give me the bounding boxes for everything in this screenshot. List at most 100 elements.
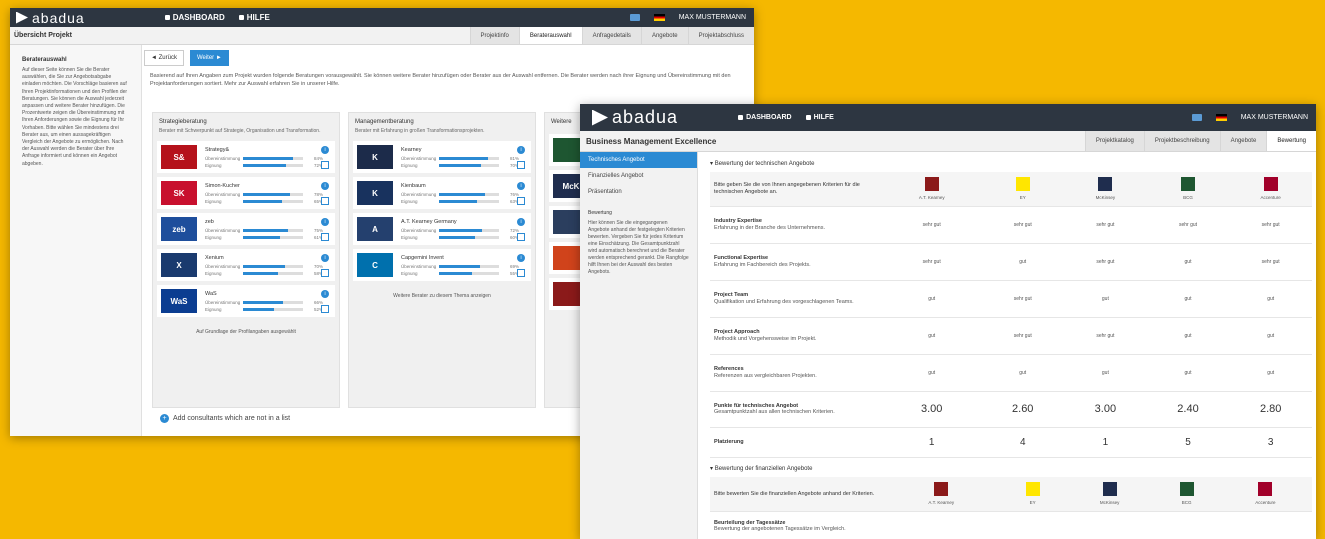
abadua-logo[interactable]: abadua xyxy=(16,10,85,26)
tab-project-catalog[interactable]: Projektkatalog xyxy=(1084,131,1144,151)
rating-cell[interactable]: sehr gut xyxy=(882,243,982,281)
info-icon[interactable]: i xyxy=(321,146,329,154)
rating-cell[interactable]: gut xyxy=(1064,354,1147,392)
info-icon[interactable]: i xyxy=(321,182,329,190)
nav-help[interactable]: HILFE xyxy=(238,13,270,22)
select-checkbox[interactable] xyxy=(321,233,329,241)
consultant-card[interactable]: SK Simon-Kucher Übereinstimmung 78% Eignung 6… xyxy=(157,177,335,213)
back-button[interactable]: ◄ Zurück xyxy=(144,50,184,66)
rating-cell[interactable]: sehr gut xyxy=(1064,206,1147,244)
consultant-card[interactable]: K Kearney Übereinstimmung 81% Eignung 70% i xyxy=(353,141,531,177)
consultant-card[interactable]: zeb zeb Übereinstimmung 75% Eignung 61% i xyxy=(157,213,335,249)
rating-cell[interactable]: sehr gut xyxy=(1229,243,1312,281)
tab-project-info[interactable]: Projektinfo xyxy=(469,27,519,44)
rating-cell[interactable]: gut xyxy=(981,354,1065,392)
tab-request-details[interactable]: Anfragedetails xyxy=(581,27,641,44)
rating-cell[interactable]: gut xyxy=(882,317,982,355)
sidebar-item-technical-offer[interactable]: Technisches Angebot xyxy=(580,152,697,168)
consultant-card[interactable]: WaS WaS Übereinstimmung 66% Eignung 52% i xyxy=(157,285,335,321)
rating-cell[interactable]: 4 xyxy=(981,427,1065,458)
info-icon[interactable]: i xyxy=(517,182,525,190)
metric-bar xyxy=(439,271,499,275)
rating-cell[interactable]: gut xyxy=(1229,354,1312,392)
language-flag-icon[interactable] xyxy=(1215,114,1227,121)
tab-project-close[interactable]: Projektabschluss xyxy=(687,27,754,44)
tab-offers[interactable]: Angebote xyxy=(1219,131,1267,151)
rating-cell[interactable]: gut xyxy=(981,243,1065,281)
language-flag-icon[interactable] xyxy=(653,14,665,21)
rating-cell[interactable]: gut xyxy=(1229,317,1312,355)
nav-dashboard[interactable]: DASHBOARD xyxy=(738,114,792,121)
messages-icon[interactable] xyxy=(629,14,640,21)
consultant-card[interactable]: A A.T. Kearney Germany Übereinstimmung 72% E… xyxy=(353,213,531,249)
select-checkbox[interactable] xyxy=(321,305,329,313)
rating-cell[interactable]: 2.80 xyxy=(1229,391,1312,428)
rating-cell[interactable]: gut xyxy=(882,280,982,318)
info-icon[interactable]: i xyxy=(321,218,329,226)
rating-cell[interactable]: 1 xyxy=(1064,427,1147,458)
rating-cell[interactable]: 2.40 xyxy=(1146,391,1230,428)
nav-dashboard[interactable]: DASHBOARD xyxy=(164,13,225,22)
consultant-card[interactable]: K Kienbaum Übereinstimmung 76% Eignung 63% i xyxy=(353,177,531,213)
rating-cell[interactable]: 3 xyxy=(1229,427,1312,458)
rating-cell[interactable]: sehr gut xyxy=(882,206,982,244)
next-button[interactable]: Weiter ► xyxy=(189,50,229,66)
tab-offers[interactable]: Angebote xyxy=(640,27,688,44)
rating-cell[interactable]: 3.00 xyxy=(882,391,982,428)
select-checkbox[interactable] xyxy=(321,269,329,277)
rating-cell[interactable]: gut xyxy=(1146,317,1230,355)
consultant-card[interactable]: X Xenium Übereinstimmung 70% Eignung 58% i xyxy=(157,249,335,285)
technical-section-title[interactable]: ▾ Bewertung der technischen Angebote xyxy=(710,160,814,167)
rating-cell[interactable] xyxy=(1218,511,1312,539)
select-checkbox[interactable] xyxy=(517,233,525,241)
tab-project-description[interactable]: Projektbeschreibung xyxy=(1143,131,1220,151)
tab-consultant-selection[interactable]: Beraterauswahl xyxy=(518,27,582,44)
rating-cell[interactable]: sehr gut xyxy=(1064,243,1147,281)
rating-cell[interactable]: sehr gut xyxy=(1064,317,1147,355)
rating-cell[interactable]: gut xyxy=(1064,280,1147,318)
panel-footer-link[interactable]: Auf Grundlage der Profilangaben ausgewäh… xyxy=(157,321,335,336)
info-icon[interactable]: i xyxy=(321,290,329,298)
rating-cell[interactable] xyxy=(1064,511,1155,539)
select-checkbox[interactable] xyxy=(321,197,329,205)
info-icon[interactable]: i xyxy=(517,254,525,262)
rating-cell[interactable] xyxy=(1000,511,1065,539)
rating-cell[interactable] xyxy=(882,511,1001,539)
rating-cell[interactable]: sehr gut xyxy=(981,317,1065,355)
info-icon[interactable]: i xyxy=(517,146,525,154)
info-icon[interactable]: i xyxy=(517,218,525,226)
rating-cell[interactable]: gut xyxy=(882,354,982,392)
rating-cell[interactable]: sehr gut xyxy=(1229,206,1312,244)
rating-cell[interactable]: 3.00 xyxy=(1064,391,1147,428)
abadua-logo[interactable]: abadua xyxy=(592,107,678,128)
rating-cell[interactable]: sehr gut xyxy=(981,206,1065,244)
user-menu[interactable]: MAX MUSTERMANN xyxy=(679,14,746,21)
consultant-card[interactable]: S& Strategy& Übereinstimmung 84% Eignung 72% i xyxy=(157,141,335,177)
select-checkbox[interactable] xyxy=(517,197,525,205)
consultant-card[interactable]: C Capgemini Invent Übereinstimmung 69% Eignu… xyxy=(353,249,531,285)
user-menu[interactable]: MAX MUSTERMANN xyxy=(1241,114,1308,121)
panel-footer-link[interactable]: Weitere Berater zu diesem Thema anzeigen xyxy=(353,285,531,300)
rating-cell[interactable]: gut xyxy=(1229,280,1312,318)
consultant-header-cell: McKinsey xyxy=(1064,477,1155,512)
rating-cell[interactable]: 2.60 xyxy=(981,391,1065,428)
rating-cell[interactable]: 5 xyxy=(1146,427,1230,458)
rating-cell[interactable]: gut xyxy=(1146,280,1230,318)
rating-cell[interactable]: sehr gut xyxy=(1146,206,1230,244)
select-checkbox[interactable] xyxy=(321,161,329,169)
tab-evaluation[interactable]: Bewertung xyxy=(1266,131,1316,151)
nav-help[interactable]: HILFE xyxy=(805,114,834,121)
rating-cell[interactable]: gut xyxy=(1146,243,1230,281)
select-checkbox[interactable] xyxy=(517,161,525,169)
messages-icon[interactable] xyxy=(1191,114,1202,121)
rating-cell[interactable] xyxy=(1154,511,1219,539)
rating-cell[interactable]: sehr gut xyxy=(981,280,1065,318)
add-consultant-row[interactable]: + Add consultants which are not in a lis… xyxy=(160,414,290,423)
sidebar-item-financial-offer[interactable]: Finanzielles Angebot xyxy=(580,168,697,184)
financial-section-title[interactable]: ▾ Bewertung der finanziellen Angebote xyxy=(710,465,812,472)
sidebar-item-presentation[interactable]: Präsentation xyxy=(580,184,697,200)
rating-cell[interactable]: gut xyxy=(1146,354,1230,392)
rating-cell[interactable]: 1 xyxy=(882,427,982,458)
info-icon[interactable]: i xyxy=(321,254,329,262)
select-checkbox[interactable] xyxy=(517,269,525,277)
